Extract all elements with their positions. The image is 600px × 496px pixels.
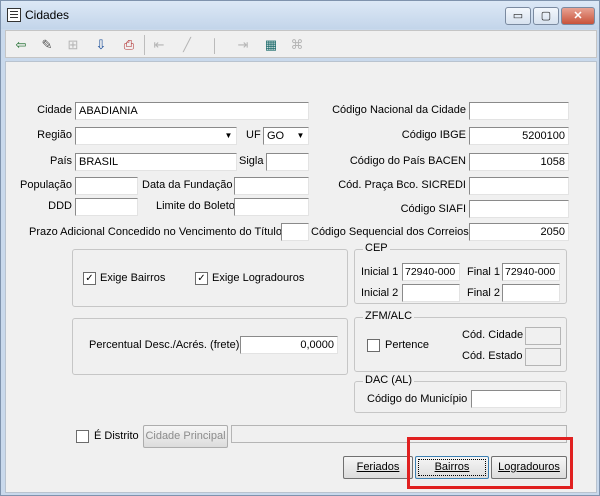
exit-icon[interactable]: ⇦: [10, 34, 32, 56]
maximize-button[interactable]: ▢: [533, 7, 559, 25]
tree-icon[interactable]: ⊞: [62, 34, 84, 56]
data-fundacao-input[interactable]: [234, 177, 309, 195]
cod-siafi-input[interactable]: [469, 200, 569, 218]
cod-correios-input[interactable]: 2050: [469, 223, 569, 241]
cod-correios-label: Código Sequencial dos Correios: [311, 226, 469, 238]
cidades-window: Cidades ▭ ▢ ✕ ⇦ ✎ ⊞ ⇩ ⎙ ⇤ ╱ │ ⇥ ▦ ⌘ Cida…: [0, 0, 600, 496]
populacao-input[interactable]: [75, 177, 138, 195]
uf-value: GO: [267, 130, 285, 142]
cod-cidade-input[interactable]: [525, 327, 561, 345]
inicial2-input[interactable]: [402, 284, 460, 302]
cod-cidade-label: Cód. Cidade: [462, 329, 524, 341]
edit-icon[interactable]: ✎: [36, 34, 58, 56]
distrito-label: É Distrito: [94, 430, 139, 442]
grid-icon[interactable]: ▦: [260, 34, 282, 56]
next-icon[interactable]: │: [204, 34, 226, 56]
cod-estado-label: Cód. Estado: [462, 350, 523, 362]
cod-siafi-label: Código SIAFI: [400, 203, 466, 215]
zfm-group: ZFM/ALC Pertence Cód. Cidade Cód. Estado: [354, 310, 567, 372]
final2-label: Final 2: [467, 287, 501, 299]
cep-group-title: CEP: [363, 242, 390, 254]
toolbar-separator: [144, 35, 145, 55]
pais-input[interactable]: BRASIL: [75, 153, 237, 171]
inicial2-label: Inicial 2: [361, 287, 399, 299]
cod-nacional-label: Código Nacional da Cidade: [332, 104, 466, 116]
title-bar: Cidades ▭ ▢ ✕: [1, 1, 599, 29]
regiao-select[interactable]: ▼: [75, 127, 237, 145]
prazo-input[interactable]: [281, 223, 309, 241]
frete-group: Percentual Desc./Acrés. (frete) 0,0000: [72, 318, 348, 375]
close-button[interactable]: ✕: [561, 7, 595, 25]
download-icon[interactable]: ⇩: [90, 34, 112, 56]
limite-boleto-input[interactable]: [234, 198, 309, 216]
ddd-input[interactable]: [75, 198, 138, 216]
cidade-principal-button[interactable]: Cidade Principal: [143, 425, 228, 448]
prev-icon[interactable]: ╱: [176, 34, 198, 56]
pertence-label: Pertence: [385, 339, 430, 351]
sigla-label: Sigla: [239, 155, 264, 167]
final1-input[interactable]: 72940-000: [502, 263, 560, 281]
cod-nacional-input[interactable]: [469, 102, 569, 120]
print-icon[interactable]: ⎙: [118, 34, 140, 56]
exige-bairros-checkbox[interactable]: ✓: [83, 272, 96, 285]
chevron-down-icon: ▼: [224, 131, 233, 140]
cod-praca-input[interactable]: [469, 177, 569, 195]
cod-estado-input[interactable]: [525, 348, 561, 366]
regiao-label: Região: [37, 129, 72, 141]
cidade-label: Cidade: [37, 104, 72, 116]
app-icon: [7, 8, 21, 22]
uf-label: UF: [246, 129, 261, 141]
limite-boleto-label: Limite do Boleto: [156, 200, 235, 212]
data-fundacao-label: Data da Fundação: [142, 179, 233, 191]
distrito-checkbox[interactable]: [76, 430, 89, 443]
inicial1-input[interactable]: 72940-000: [402, 263, 460, 281]
final1-label: Final 1: [467, 266, 501, 278]
cod-municipio-input[interactable]: [471, 390, 561, 408]
exige-logradouros-label: Exige Logradouros: [212, 272, 305, 284]
toolbar: ⇦ ✎ ⊞ ⇩ ⎙ ⇤ ╱ │ ⇥ ▦ ⌘: [5, 30, 597, 58]
inicial1-label: Inicial 1: [361, 266, 399, 278]
chevron-down-icon: ▼: [296, 131, 305, 140]
cep-group: CEP Inicial 1 72940-000 Final 1 72940-00…: [354, 242, 567, 304]
ddd-label: DDD: [48, 200, 72, 212]
cidade-input[interactable]: ABADIANIA: [75, 102, 309, 120]
frete-label: Percentual Desc./Acrés. (frete): [89, 339, 240, 351]
first-icon[interactable]: ⇤: [148, 34, 170, 56]
exige-group: ✓ Exige Bairros ✓ Exige Logradouros: [72, 249, 348, 307]
populacao-label: População: [20, 179, 72, 191]
dac-group-title: DAC (AL): [363, 374, 415, 386]
disabled-tool-icon[interactable]: ⌘: [286, 34, 308, 56]
pertence-checkbox[interactable]: [367, 339, 380, 352]
sigla-input[interactable]: [266, 153, 309, 171]
cod-pais-bacen-label: Código do País BACEN: [349, 155, 466, 167]
window-title: Cidades: [25, 8, 70, 22]
minimize-button[interactable]: ▭: [505, 7, 531, 25]
cod-ibge-input[interactable]: 5200100: [469, 127, 569, 145]
exige-logradouros-checkbox[interactable]: ✓: [195, 272, 208, 285]
exige-bairros-label: Exige Bairros: [100, 272, 166, 284]
cod-praca-label: Cód. Praça Bco. SICREDI: [338, 179, 466, 191]
cod-municipio-label: Código do Município: [367, 393, 468, 405]
cod-ibge-label: Código IBGE: [401, 129, 466, 141]
uf-select[interactable]: GO ▼: [263, 127, 309, 145]
frete-input[interactable]: 0,0000: [240, 336, 338, 354]
last-icon[interactable]: ⇥: [232, 34, 254, 56]
final2-input[interactable]: [502, 284, 560, 302]
prazo-label: Prazo Adicional Concedido no Vencimento …: [29, 226, 282, 238]
highlight-annotation: [407, 437, 573, 489]
feriados-button[interactable]: Feriados: [343, 456, 413, 479]
dac-group: DAC (AL) Código do Município: [354, 374, 567, 413]
zfm-group-title: ZFM/ALC: [363, 310, 415, 322]
feriados-label: Feriados: [356, 461, 400, 473]
pais-label: País: [49, 155, 72, 167]
form-area: Cidade ABADIANIA Região ▼ UF GO ▼ País B…: [5, 61, 597, 493]
cod-pais-bacen-input[interactable]: 1058: [469, 153, 569, 171]
